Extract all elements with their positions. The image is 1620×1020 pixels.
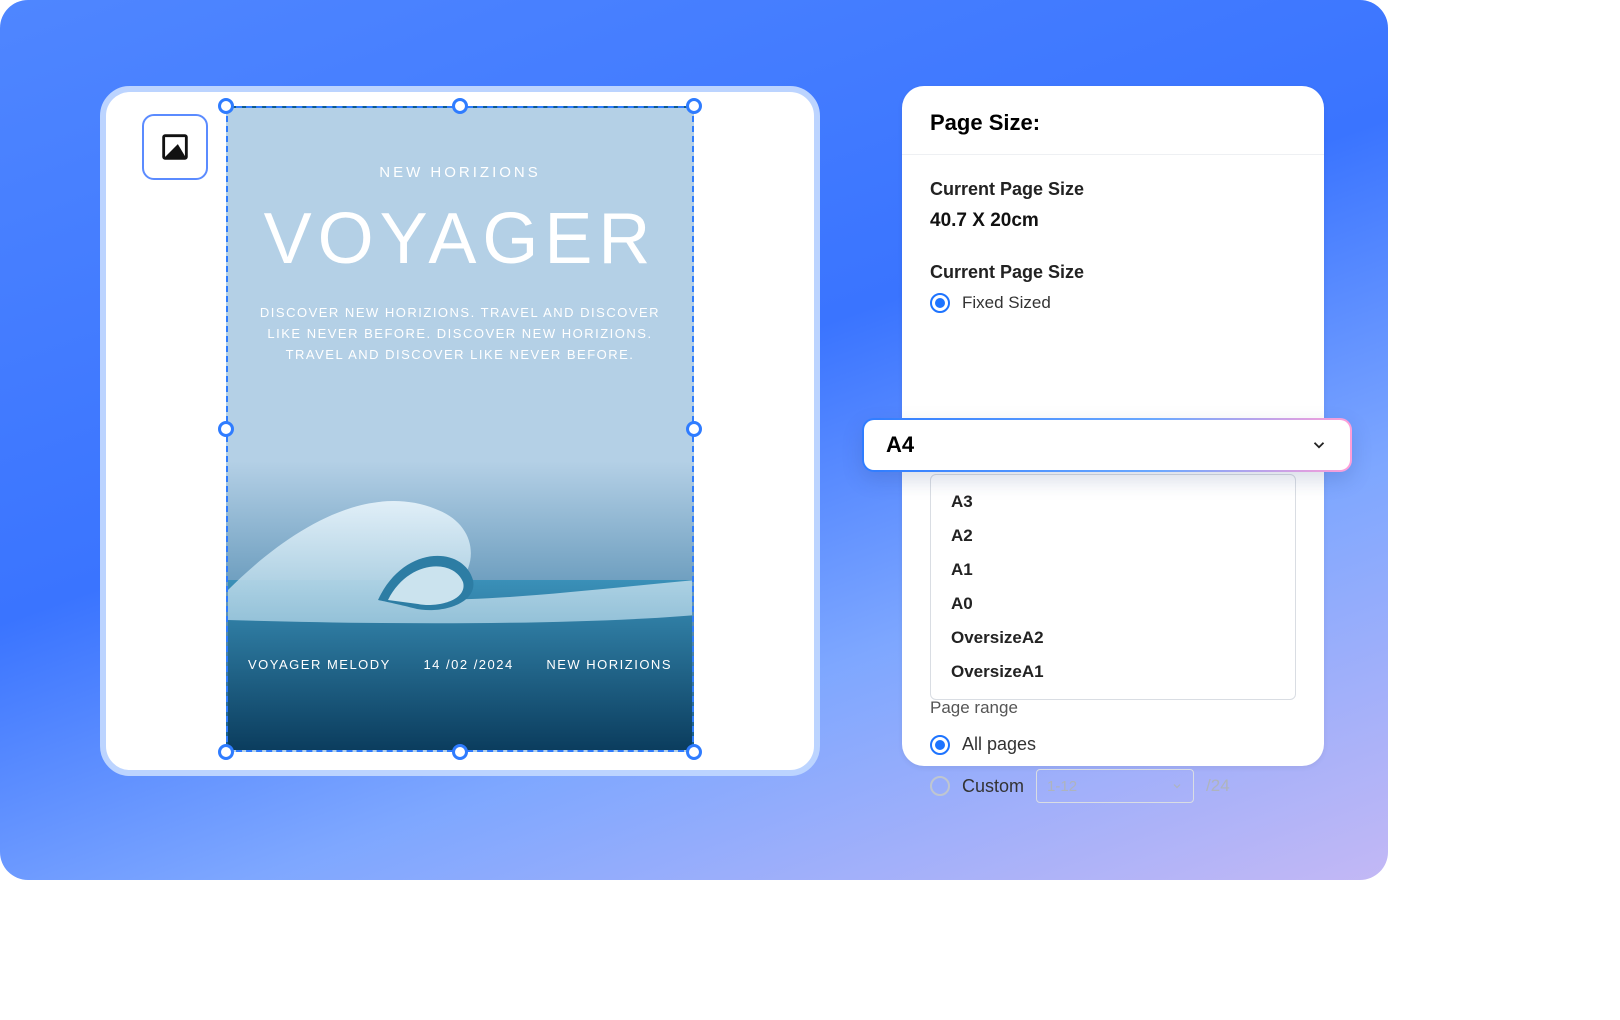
resize-handle-mid-left[interactable]: [218, 421, 234, 437]
custom-range-radio-row[interactable]: Custom 1-12 /24: [930, 769, 1296, 803]
fixed-size-label: Fixed Sized: [962, 293, 1051, 313]
current-size-label: Current Page Size: [930, 179, 1296, 200]
fixed-size-radio[interactable]: [930, 293, 950, 313]
all-pages-radio-row[interactable]: All pages: [930, 734, 1296, 755]
resize-handle-top-right[interactable]: [686, 98, 702, 114]
page-range-label: Page range: [930, 698, 1296, 718]
poster-footer-center: 14 /02 /2024: [423, 657, 513, 672]
page-size-option[interactable]: OversizeA2: [931, 621, 1295, 655]
custom-range-placeholder: 1-12: [1047, 778, 1077, 795]
all-pages-label: All pages: [962, 734, 1036, 755]
resize-handle-top-center[interactable]: [452, 98, 468, 114]
all-pages-radio[interactable]: [930, 735, 950, 755]
page-size-panel: Page Size: Current Page Size 40.7 X 20cm…: [902, 86, 1324, 766]
chevron-down-icon: [1310, 436, 1328, 454]
poster-body: DISCOVER NEW HORIZIONS. TRAVEL AND DISCO…: [228, 303, 692, 365]
poster-kicker: NEW HORIZIONS: [228, 164, 692, 181]
canvas-preview: NEW HORIZIONS VOYAGER DISCOVER NEW HORIZ…: [100, 86, 820, 776]
poster-footer-right: NEW HORIZIONS: [546, 657, 672, 672]
selection-box[interactable]: NEW HORIZIONS VOYAGER DISCOVER NEW HORIZ…: [226, 106, 694, 752]
crop-tool-button[interactable]: [142, 114, 208, 180]
page-size-dropdown-value: A4: [886, 432, 914, 458]
resize-handle-top-left[interactable]: [218, 98, 234, 114]
poster-heading-block: NEW HORIZIONS VOYAGER DISCOVER NEW HORIZ…: [228, 164, 692, 365]
custom-range-radio[interactable]: [930, 776, 950, 796]
crop-icon: [146, 118, 204, 176]
poster-wave-art: [228, 450, 694, 750]
custom-range-label: Custom: [962, 776, 1024, 797]
resize-handle-bottom-center[interactable]: [452, 744, 468, 760]
poster-title: VOYAGER: [228, 203, 692, 275]
page-size-dropdown[interactable]: A4: [862, 418, 1352, 472]
fixed-size-radio-row[interactable]: Fixed Sized: [930, 293, 1296, 313]
page-size-option[interactable]: A3: [931, 485, 1295, 519]
resize-handle-bottom-left[interactable]: [218, 744, 234, 760]
page-size-option[interactable]: A2: [931, 519, 1295, 553]
poster-footer: VOYAGER MELODY 14 /02 /2024 NEW HORIZION…: [228, 657, 692, 672]
panel-title: Page Size:: [902, 86, 1324, 155]
current-size-value: 40.7 X 20cm: [930, 210, 1296, 232]
size-mode-label: Current Page Size: [930, 262, 1296, 283]
page-size-options: A3 A2 A1 A0 OversizeA2 OversizeA1: [930, 474, 1296, 700]
chevron-down-icon: [1171, 780, 1183, 792]
page-size-option[interactable]: A0: [931, 587, 1295, 621]
total-pages: /24: [1206, 776, 1230, 796]
page-size-option[interactable]: A1: [931, 553, 1295, 587]
resize-handle-mid-right[interactable]: [686, 421, 702, 437]
poster-footer-left: VOYAGER MELODY: [248, 657, 391, 672]
resize-handle-bottom-right[interactable]: [686, 744, 702, 760]
custom-range-select[interactable]: 1-12: [1036, 769, 1194, 803]
page-size-option[interactable]: OversizeA1: [931, 655, 1295, 689]
